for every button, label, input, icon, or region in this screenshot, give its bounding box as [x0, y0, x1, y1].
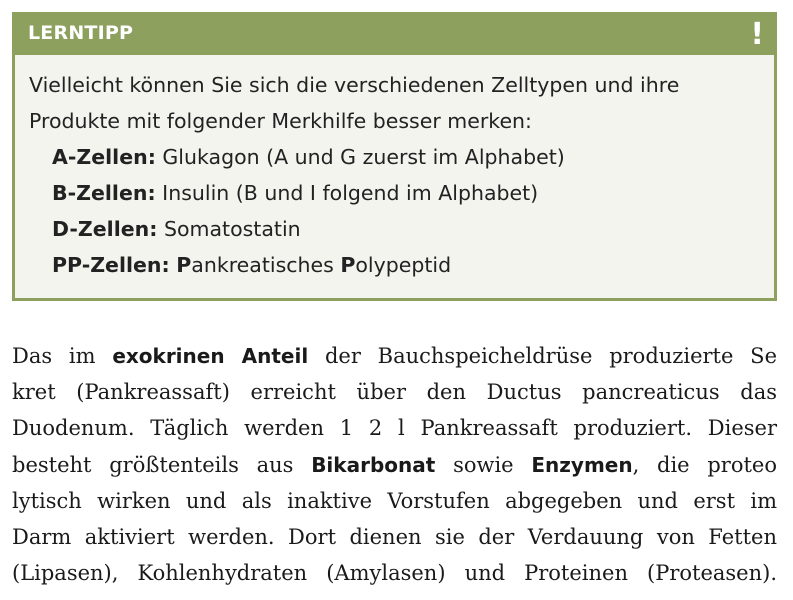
text-run: Das im — [12, 344, 113, 368]
learning-tip-box: LERNTIPP ! Vielleicht können Sie sich di… — [12, 12, 777, 301]
learning-tip-body: Vielleicht können Sie sich die verschied… — [15, 55, 774, 283]
paragraph-line: Darm aktiviert werden. Dort dienen sie d… — [12, 525, 777, 550]
bold-term: exokrinen Anteil — [112, 344, 309, 368]
tip-item-text: ankreatisches — [191, 253, 341, 277]
tip-item-text: olypeptid — [355, 253, 452, 277]
tip-item-a-cells: A-Zellen: Glukagon (A und G zuerst im Al… — [29, 139, 774, 175]
text-run: , die proteo — [632, 452, 777, 477]
tip-item-pp-cells: PP-Zellen: Pankreatisches Polypeptid — [29, 247, 774, 283]
paragraph-line: Duodenum. Täglich werden 1 2 l Pankreass… — [12, 416, 777, 441]
tip-item-highlight-letter: P — [176, 253, 192, 277]
bold-term: Bikarbonat — [311, 452, 436, 477]
paragraph-line: besteht größtenteils aus Bikarbonat sowi… — [12, 447, 777, 483]
paragraph-line: lytisch wirken und als inaktive Vorstufe… — [12, 488, 777, 513]
tip-item-label: PP-Zellen: — [52, 253, 170, 277]
text-run: besteht größtenteils aus — [12, 452, 312, 477]
learning-tip-header: LERNTIPP ! — [15, 15, 774, 55]
text-run: der Bauchspeicheldrüse produzierte Se — [308, 344, 777, 368]
tip-item-b-cells: B-Zellen: Insulin (B und I folgend im Al… — [29, 175, 774, 211]
tip-item-highlight-letter: P — [340, 253, 356, 277]
tip-item-text: Somatostatin — [157, 217, 301, 241]
tip-intro-line-2: Produkte mit folgender Merkhilfe besser … — [29, 109, 532, 133]
tip-item-label: D-Zellen: — [52, 217, 158, 241]
bold-term: Enzymen — [531, 452, 633, 477]
tip-item-label: A-Zellen: — [52, 145, 156, 169]
paragraph-line: Das im exokrinen Anteil der Bauchspeiche… — [12, 338, 777, 374]
tip-intro-line-1: Vielleicht können Sie sich die verschied… — [29, 73, 680, 97]
text-run: sowie — [435, 452, 532, 477]
tip-item-text: Glukagon (A und G zuerst im Alphabet) — [155, 145, 565, 169]
tip-item-label: B-Zellen: — [52, 181, 156, 205]
learning-tip-title: LERNTIPP — [28, 22, 134, 44]
paragraph-line: kret (Pankreassaft) erreicht über den Du… — [12, 380, 777, 405]
exclamation-icon: ! — [750, 17, 764, 52]
tip-item-d-cells: D-Zellen: Somatostatin — [29, 211, 774, 247]
tip-item-text: Insulin (B und I folgend im Alphabet) — [155, 181, 539, 205]
paragraph-line: (Lipasen), Kohlenhydraten (Amylasen) und… — [12, 561, 777, 586]
body-paragraph: Das im exokrinen Anteil der Bauchspeiche… — [12, 338, 777, 591]
